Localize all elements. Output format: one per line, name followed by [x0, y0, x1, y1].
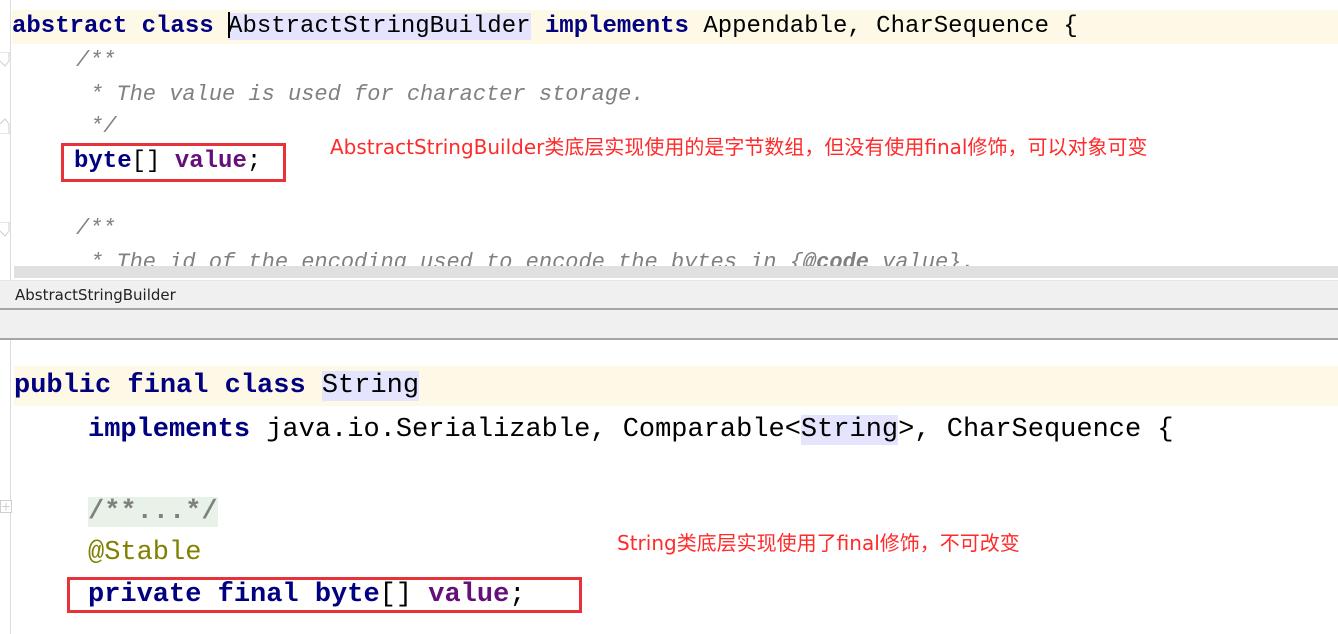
- doc-comment-open: /**: [76, 216, 116, 241]
- annotation-note-abstract-string-builder: AbstractStringBuilder类底层实现使用的是字节数组，但没有使用…: [330, 135, 1148, 159]
- doc-comment-body: * The value is used for character storag…: [90, 82, 645, 107]
- horizontal-scrollbar[interactable]: [14, 266, 1338, 278]
- code-line-class-declaration[interactable]: abstract class AbstractStringBuilder imp…: [12, 10, 1338, 44]
- code-line-folded-doc[interactable]: /**...*/: [88, 492, 1338, 532]
- folded-doc-comment[interactable]: /**...*/: [88, 497, 218, 527]
- editor-panel-string[interactable]: public final class String implements jav…: [0, 340, 1338, 634]
- implemented-interfaces-rest: >, CharSequence {: [898, 415, 1174, 445]
- breadcrumb-item-class[interactable]: AbstractStringBuilder: [15, 286, 176, 304]
- code-line-class-declaration[interactable]: public final class String: [14, 366, 1338, 406]
- keyword-abstract: abstract: [12, 13, 128, 40]
- keyword-class: class: [141, 13, 214, 40]
- class-name[interactable]: String: [321, 371, 420, 401]
- editor-gutter[interactable]: [0, 0, 11, 280]
- fold-toggle-icon[interactable]: [0, 222, 10, 238]
- keyword-final: final: [127, 371, 209, 401]
- editor-gutter[interactable]: [0, 340, 11, 634]
- code-line-implements[interactable]: implements java.io.Serializable, Compara…: [88, 410, 1338, 450]
- annotation-note-string: String类底层实现使用了final修饰，不可改变: [617, 531, 1020, 555]
- text-caret: [228, 11, 231, 38]
- editor-panel-abstract-string-builder[interactable]: abstract class AbstractStringBuilder imp…: [0, 0, 1338, 280]
- fold-end-icon[interactable]: [0, 118, 10, 134]
- implemented-interfaces: Appendable, CharSequence {: [703, 13, 1078, 40]
- implemented-interfaces: java.io.Serializable, Comparable<: [266, 415, 801, 445]
- keyword-public: public: [14, 371, 112, 401]
- keyword-class: class: [224, 371, 306, 401]
- generic-type-string[interactable]: String: [800, 415, 899, 445]
- panel-splitter[interactable]: [0, 310, 1338, 340]
- fold-toggle-icon[interactable]: [0, 52, 10, 68]
- breadcrumb: AbstractStringBuilder: [0, 280, 1338, 310]
- keyword-implements: implements: [88, 415, 251, 445]
- fold-expand-icon[interactable]: [0, 500, 12, 514]
- class-name[interactable]: AbstractStringBuilder: [228, 13, 531, 40]
- keyword-implements: implements: [544, 13, 689, 40]
- highlight-box-field: [61, 143, 286, 182]
- doc-comment-open: /**: [76, 48, 116, 73]
- highlight-box-field: [67, 577, 582, 613]
